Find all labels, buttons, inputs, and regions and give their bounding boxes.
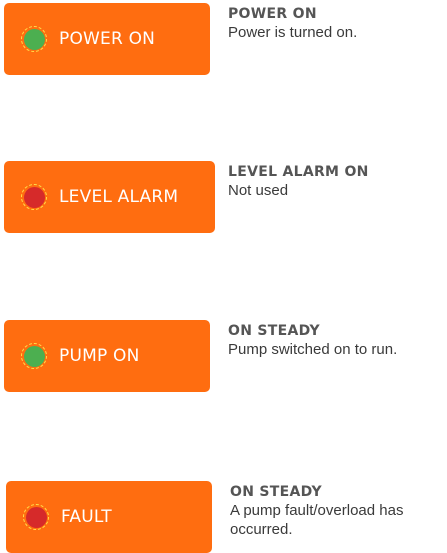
description-title: LEVEL ALARM ON [228, 164, 369, 180]
panel-label: PUMP ON [59, 346, 140, 366]
panel-label: POWER ON [59, 29, 156, 49]
fault-panel: FAULT [6, 481, 212, 553]
led-core [23, 345, 45, 367]
green-led-icon [21, 343, 47, 369]
description-text: Power is turned on. [228, 24, 358, 41]
red-led-icon [21, 184, 47, 210]
red-led-icon [23, 504, 49, 530]
power-on-panel: POWER ON [4, 3, 210, 75]
description-title: ON STEADY [230, 484, 322, 500]
indicator-description: ON STEADY Pump switched on to run. [228, 322, 447, 359]
led-core [25, 506, 47, 528]
indicator-description: POWER ON Power is turned on. [228, 5, 447, 42]
description-text: A pump fault/overload has occurred. [230, 502, 404, 538]
led-core [23, 28, 45, 50]
indicator-description: ON STEADY A pump fault/overload has occu… [230, 483, 445, 539]
panel-label: FAULT [61, 507, 112, 527]
led-core [23, 186, 45, 208]
pump-on-panel: PUMP ON [4, 320, 210, 392]
panel-label: LEVEL ALARM [59, 187, 179, 207]
green-led-icon [21, 26, 47, 52]
description-text: Not used [228, 182, 289, 199]
level-alarm-panel: LEVEL ALARM [4, 161, 215, 233]
description-text: Pump switched on to run. [228, 341, 398, 358]
indicator-description: LEVEL ALARM ON Not used [228, 163, 447, 200]
description-title: POWER ON [228, 6, 317, 22]
description-title: ON STEADY [228, 323, 320, 339]
